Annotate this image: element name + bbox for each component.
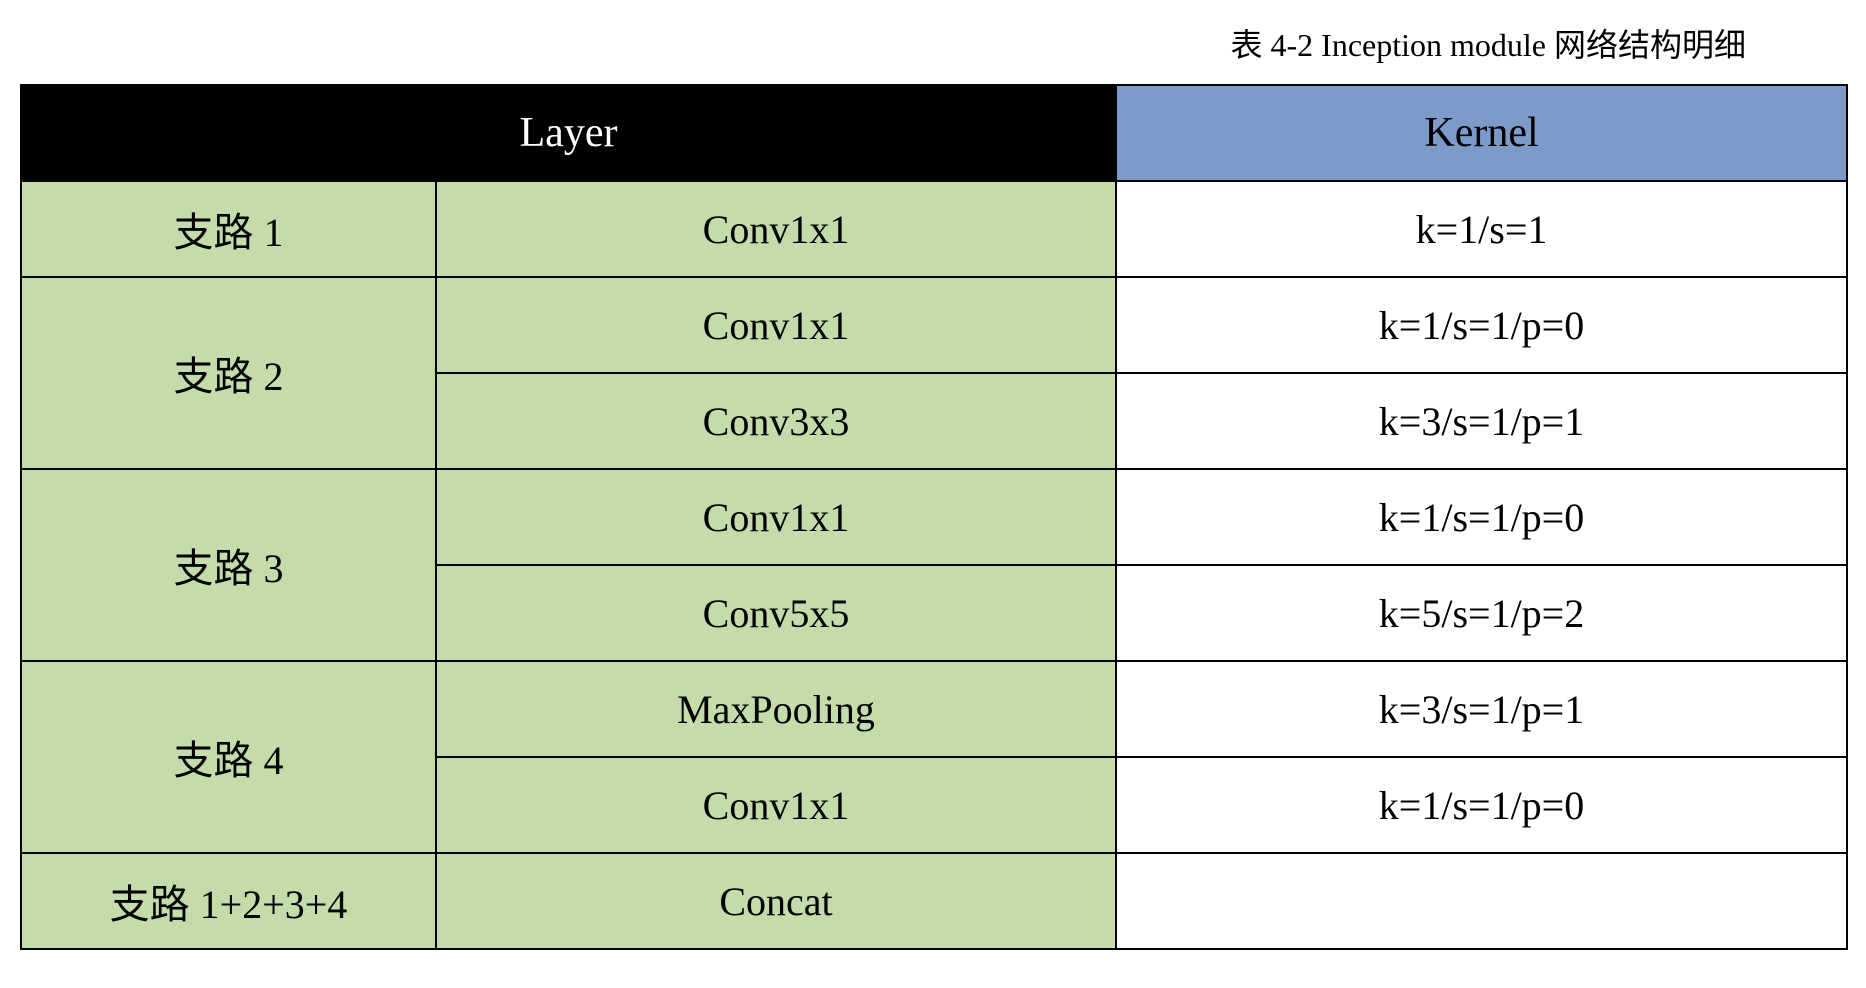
layer-cell: Conv1x1 [436,469,1116,565]
kernel-cell: k=3/s=1/p=1 [1116,373,1847,469]
kernel-cell: k=1/s=1/p=0 [1116,757,1847,853]
kernel-cell: k=1/s=1/p=0 [1116,469,1847,565]
inception-table: Layer Kernel 支路 1 Conv1x1 k=1/s=1 支路 2 C… [20,84,1848,950]
layer-cell: Conv3x3 [436,373,1116,469]
table-caption: 表 4-2 Inception module 网络结构明细 [20,20,1846,66]
kernel-cell: k=1/s=1/p=0 [1116,277,1847,373]
table-row: 支路 4 MaxPooling k=3/s=1/p=1 [21,661,1847,757]
layer-cell: Conv5x5 [436,565,1116,661]
table-header-row: Layer Kernel [21,85,1847,181]
branch-cell: 支路 4 [21,661,436,853]
kernel-cell: k=5/s=1/p=2 [1116,565,1847,661]
table-row: 支路 2 Conv1x1 k=1/s=1/p=0 [21,277,1847,373]
table-row: 支路 1 Conv1x1 k=1/s=1 [21,181,1847,277]
kernel-cell: k=3/s=1/p=1 [1116,661,1847,757]
kernel-cell: k=1/s=1 [1116,181,1847,277]
layer-cell: Concat [436,853,1116,949]
header-layer: Layer [21,85,1116,181]
header-kernel: Kernel [1116,85,1847,181]
kernel-cell [1116,853,1847,949]
table-row: 支路 3 Conv1x1 k=1/s=1/p=0 [21,469,1847,565]
layer-cell: Conv1x1 [436,757,1116,853]
layer-cell: MaxPooling [436,661,1116,757]
branch-cell: 支路 3 [21,469,436,661]
table-row: 支路 1+2+3+4 Concat [21,853,1847,949]
branch-cell: 支路 1+2+3+4 [21,853,436,949]
branch-cell: 支路 2 [21,277,436,469]
layer-cell: Conv1x1 [436,277,1116,373]
layer-cell: Conv1x1 [436,181,1116,277]
branch-cell: 支路 1 [21,181,436,277]
